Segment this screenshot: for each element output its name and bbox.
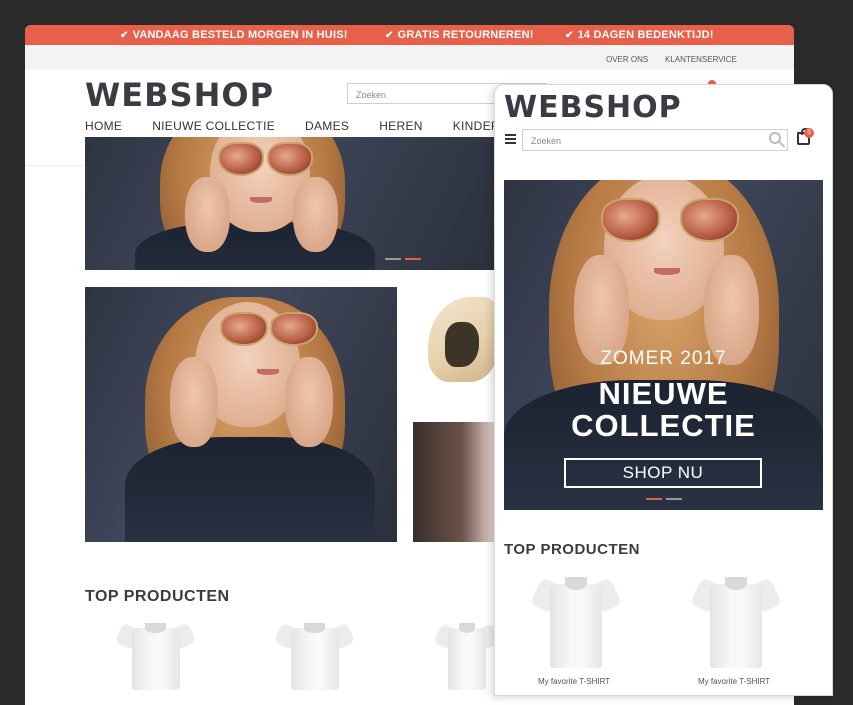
promo-text: VANDAAG BESTELD MORGEN IN HUIS! — [132, 29, 348, 41]
shop-now-button[interactable]: SHOP NU — [564, 458, 762, 488]
feature-image[interactable] — [85, 287, 397, 542]
main-nav: HOME NIEUWE COLLECTIE DAMES HEREN KINDER… — [85, 119, 547, 133]
check-icon: ✔ — [565, 29, 574, 41]
promo-text: GRATIS RETOURNEREN! — [397, 29, 534, 41]
check-icon: ✔ — [120, 29, 129, 41]
product-image[interactable] — [114, 620, 197, 690]
promo-bar: ✔ VANDAAG BESTELD MORGEN IN HUIS! ✔ GRAT… — [25, 25, 794, 45]
promo-item: ✔ GRATIS RETOURNEREN! — [385, 29, 534, 41]
mobile-top-products-title: TOP PRODUCTEN — [504, 541, 640, 558]
search-icon[interactable] — [769, 132, 781, 144]
nav-item-heren[interactable]: HEREN — [379, 119, 423, 133]
search-placeholder: Zoeken — [531, 136, 562, 146]
link-over-ons[interactable]: OVER ONS — [606, 55, 648, 64]
promo-text: 14 DAGEN BEDENKTIJD! — [577, 29, 714, 41]
top-links-bar: OVER ONS KLANTENSERVICE — [25, 45, 794, 70]
hero-title-line-2: COLLECTIE — [571, 408, 756, 443]
category-image[interactable] — [413, 422, 495, 542]
link-klantenservice[interactable]: KLANTENSERVICE — [665, 55, 737, 64]
carousel-dots[interactable] — [646, 498, 682, 500]
hero-title-line-1: NIEUWE — [598, 376, 729, 411]
hamburger-menu-icon[interactable] — [505, 134, 516, 146]
hero-kicker: ZOMER 2017 — [600, 348, 727, 369]
mobile-product-image[interactable] — [530, 573, 622, 668]
mobile-site-logo[interactable]: WEBSHOP — [504, 90, 682, 125]
hero-banner-image[interactable] — [85, 137, 495, 270]
mobile-window: WEBSHOP Zoeken 0 ZOMER 2017 NIEUWE COLLE… — [494, 84, 833, 696]
site-logo[interactable]: WEBSHOP — [85, 76, 274, 114]
mobile-hero-image[interactable]: ZOMER 2017 NIEUWE COLLECTIE SHOP NU — [504, 180, 823, 510]
top-products-title: TOP PRODUCTEN — [85, 588, 230, 605]
shoe-image[interactable] — [413, 287, 498, 412]
promo-item: ✔ VANDAAG BESTELD MORGEN IN HUIS! — [120, 29, 348, 41]
product-image[interactable] — [433, 620, 501, 690]
mobile-search-input[interactable]: Zoeken — [522, 129, 788, 151]
check-icon: ✔ — [385, 29, 394, 41]
mobile-product-image[interactable] — [690, 573, 782, 668]
nav-item-dames[interactable]: DAMES — [305, 119, 349, 133]
promo-item: ✔ 14 DAGEN BEDENKTIJD! — [565, 29, 714, 41]
cart-count-badge: 0 — [804, 128, 814, 138]
nav-item-nieuwe-collectie[interactable]: NIEUWE COLLECTIE — [152, 119, 275, 133]
product-image[interactable] — [273, 620, 356, 690]
nav-item-home[interactable]: HOME — [85, 119, 122, 133]
